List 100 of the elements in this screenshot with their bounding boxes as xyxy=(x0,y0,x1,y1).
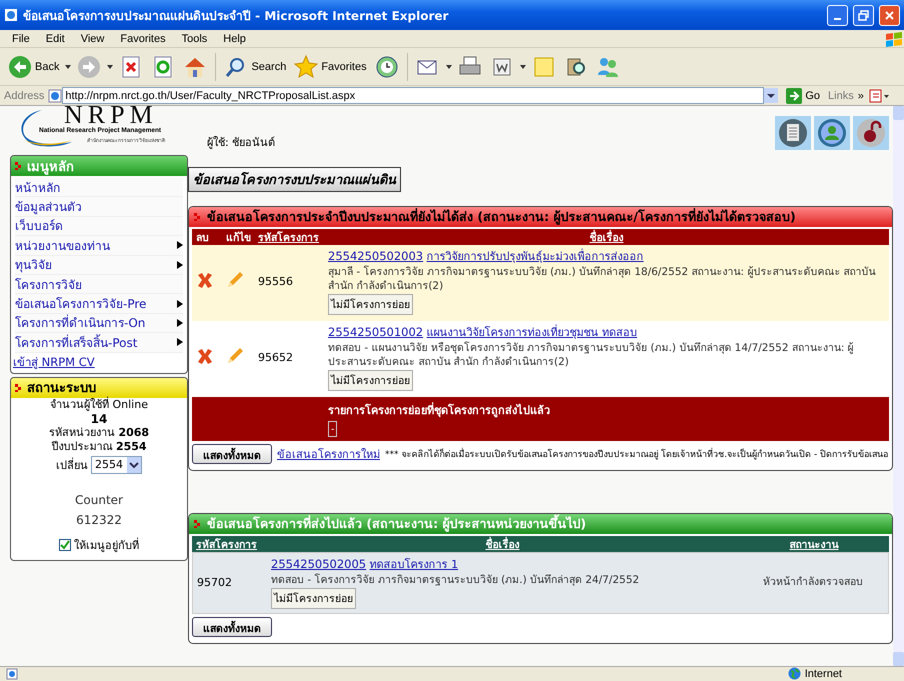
online-label: จำนวนผู้ใช้ที่ Online xyxy=(50,398,148,412)
menu-link[interactable]: ข้อมูลส่วนตัว xyxy=(15,197,183,217)
new-proposal-link[interactable]: ข้อเสนอโครงการใหม่ xyxy=(277,445,380,463)
column-header[interactable]: สถานะงาน xyxy=(739,536,889,553)
user-label: ผู้ใช้: ชัยอนันต์ xyxy=(207,135,276,151)
project-title-link[interactable]: ทดสอบโครงการ 1 xyxy=(370,558,458,571)
cv-link[interactable]: เข้าสู่ NRPM CV xyxy=(11,352,95,373)
menu-link[interactable]: หน้าหลัก xyxy=(15,178,183,198)
column-header[interactable]: รหัสโครงการ xyxy=(254,229,324,246)
project-code-link[interactable]: 2554250502005 xyxy=(271,557,366,571)
user-icon xyxy=(817,118,847,148)
show-all-button[interactable]: แสดงทั้งหมด xyxy=(192,617,272,637)
go-button[interactable]: Go xyxy=(782,88,824,104)
menu-link[interactable]: ข้อเสนอโครงการวิจัย-Pre xyxy=(15,294,183,314)
menu-item[interactable]: Help xyxy=(215,32,254,44)
logo-wordmark: NRPM xyxy=(64,106,158,128)
project-title-link[interactable]: การวิจัยการปรับปรุงพันธุ์มะม่วงเพื่อการส่งออก xyxy=(426,250,644,263)
project-title-link[interactable]: แผนงานวิจัยโครงการท่องเที่ยวชุมชน ทดสอบ xyxy=(426,326,638,339)
column-header: แก้ไข xyxy=(225,230,252,246)
menu-link[interactable]: หน่วยงานของท่าน xyxy=(15,236,183,256)
menu-link[interactable]: ทุนวิจัย xyxy=(15,256,183,275)
budget-year: ปีงบประมาณ 2554 xyxy=(51,440,147,454)
menu-link[interactable]: เว็บบอร์ด xyxy=(15,216,183,236)
counter-value: 612322 xyxy=(75,512,123,529)
menu-link[interactable]: โครงการที่เสร็จสิ้น-Post xyxy=(15,333,183,353)
subproject-button[interactable]: ไม่มีโครงการย่อย xyxy=(271,588,356,609)
collapse-button[interactable]: - xyxy=(328,421,338,437)
profile-button[interactable] xyxy=(814,116,850,150)
subproject-button[interactable]: ไม่มีโครงการย่อย xyxy=(328,294,413,315)
menu-item[interactable]: Edit xyxy=(38,32,73,44)
change-label: เปลี่ยน xyxy=(56,456,88,474)
search-button[interactable]: Search xyxy=(222,52,288,80)
minimize-button[interactable] xyxy=(827,4,848,26)
caret-icon[interactable] xyxy=(520,64,526,68)
note-text: *** จะคลิกได้ก็ต่อเมื่อระบบเปิดรับข้อเสนอโครงการของปีงบประมาณอยู่ โดยเจ้าหน้าที่วช.จะเป็นผู้กำหนดวันเปิด - ปิดการรับข้อเสนอ xyxy=(385,447,889,461)
favorites-button[interactable]: Favorites xyxy=(292,52,369,80)
menu-item[interactable]: Tools xyxy=(174,32,216,44)
year-select[interactable]: 2554 xyxy=(91,456,142,474)
menu-link[interactable]: โครงการวิจัย xyxy=(15,274,183,294)
subproject-heading: รายการโครงการย่อยที่ชุดโครงการถูกส่งไปแล้ว xyxy=(328,401,550,419)
menu-item[interactable]: View xyxy=(72,32,112,44)
column-header: ลบ xyxy=(195,231,210,246)
windows-flag-icon xyxy=(884,30,904,46)
caret-icon[interactable] xyxy=(65,64,72,68)
document-icon xyxy=(778,118,808,148)
page-icon xyxy=(6,668,18,680)
back-button[interactable]: Back xyxy=(6,52,62,80)
panel-title: เมนูหลัก xyxy=(27,158,74,176)
close-button[interactable] xyxy=(879,4,900,26)
dropdown-icon[interactable] xyxy=(764,88,778,103)
address-field[interactable]: http://nrpm.nrct.go.th/User/Faculty_NRCTProposalList.aspx xyxy=(62,87,764,104)
column-header[interactable]: ชื่อเรื่อง xyxy=(266,536,739,553)
bullet-icon xyxy=(15,162,23,170)
bullet-icon xyxy=(15,384,23,392)
document-button[interactable] xyxy=(775,116,811,150)
delete-icon[interactable] xyxy=(196,346,214,364)
column-header[interactable]: ชื่อเรื่อง xyxy=(324,229,889,246)
online-count: 14 xyxy=(90,412,108,426)
panel-title: ข้อเสนอโครงการที่ส่งไปแล้ว (สถานะงาน: ผู้ประสานหน่วยงานขึ้นไป) xyxy=(207,514,586,534)
scrollbar[interactable] xyxy=(893,106,904,666)
project-detail: ทดสอบ - แผนงานวิจัย หรือชุดโครงการวิจัย ภารกิจมาตรฐานระบบวิจัย (ภม.) บันทึกล่าสุด 14/7/2552 สถานะงาน: ผู้ประสานระดับคณะ สถาบัน สำนัก กำลังดำเนินการ(2) xyxy=(328,341,855,369)
minimize-icon xyxy=(834,18,841,20)
caret-icon[interactable] xyxy=(107,64,114,68)
zone-label: Internet xyxy=(804,668,842,680)
column-header[interactable]: รหัสโครงการ xyxy=(192,536,266,553)
panel-title: ข้อเสนอโครงการประจำปีงบประมาณที่ยังไม่ได้ส่ง (สถานะงาน: ผู้ประสานคณะ/โครงการที่ยังไม่ได้ตรวจสอบ) xyxy=(207,207,796,227)
delete-icon[interactable] xyxy=(196,270,214,288)
project-code-link[interactable]: 2554250502003 xyxy=(328,249,424,263)
checkbox-label: ให้เมนูอยู่กับที่ xyxy=(74,536,139,554)
bullet-icon xyxy=(194,520,202,528)
caret-icon[interactable] xyxy=(446,64,452,68)
restore-button[interactable] xyxy=(853,4,874,26)
menu-item[interactable]: File xyxy=(4,32,38,44)
restore-icon xyxy=(858,10,869,20)
address-label: Address xyxy=(4,90,44,102)
window-title: ข้อเสนอโครงการงบประมาณแผ่นดินประจำปี - Microsoft Internet Explorer xyxy=(23,8,450,24)
logout-button[interactable] xyxy=(853,116,889,150)
more-chevron[interactable]: » xyxy=(858,90,864,102)
pdf-icon[interactable] xyxy=(868,88,890,102)
checkbox[interactable] xyxy=(59,538,71,551)
padlock-icon xyxy=(856,118,886,148)
show-all-button[interactable]: แสดงทั้งหมด xyxy=(192,444,272,464)
panel-title: สถานะระบบ xyxy=(27,380,96,396)
menu-link[interactable]: โครงการที่ดำเนินการ-On xyxy=(15,314,183,334)
star-icon xyxy=(294,54,318,78)
links-label[interactable]: Links xyxy=(828,90,854,102)
project-detail: ทดสอบ - โครงการวิจัย ภารกิจมาตรฐานระบบวิจัย (ภม.) บันทึกล่าสุด 24/7/2552 xyxy=(271,573,640,587)
note-icon xyxy=(532,54,556,78)
menu-item[interactable]: Favorites xyxy=(112,32,174,44)
project-code-link[interactable]: 2554250501002 xyxy=(328,325,424,339)
bullet-icon xyxy=(194,213,202,221)
subproject-button[interactable]: ไม่มีโครงการย่อย xyxy=(328,370,413,391)
clock-icon xyxy=(374,54,399,78)
globe-icon xyxy=(788,667,801,680)
page-icon xyxy=(4,8,18,22)
project-id: 95556 xyxy=(257,274,294,288)
page-icon xyxy=(48,88,62,102)
unit-code: รหัสหน่วยงาน 2068 xyxy=(48,426,150,440)
close-icon xyxy=(884,10,895,20)
dropdown-icon xyxy=(127,456,141,473)
